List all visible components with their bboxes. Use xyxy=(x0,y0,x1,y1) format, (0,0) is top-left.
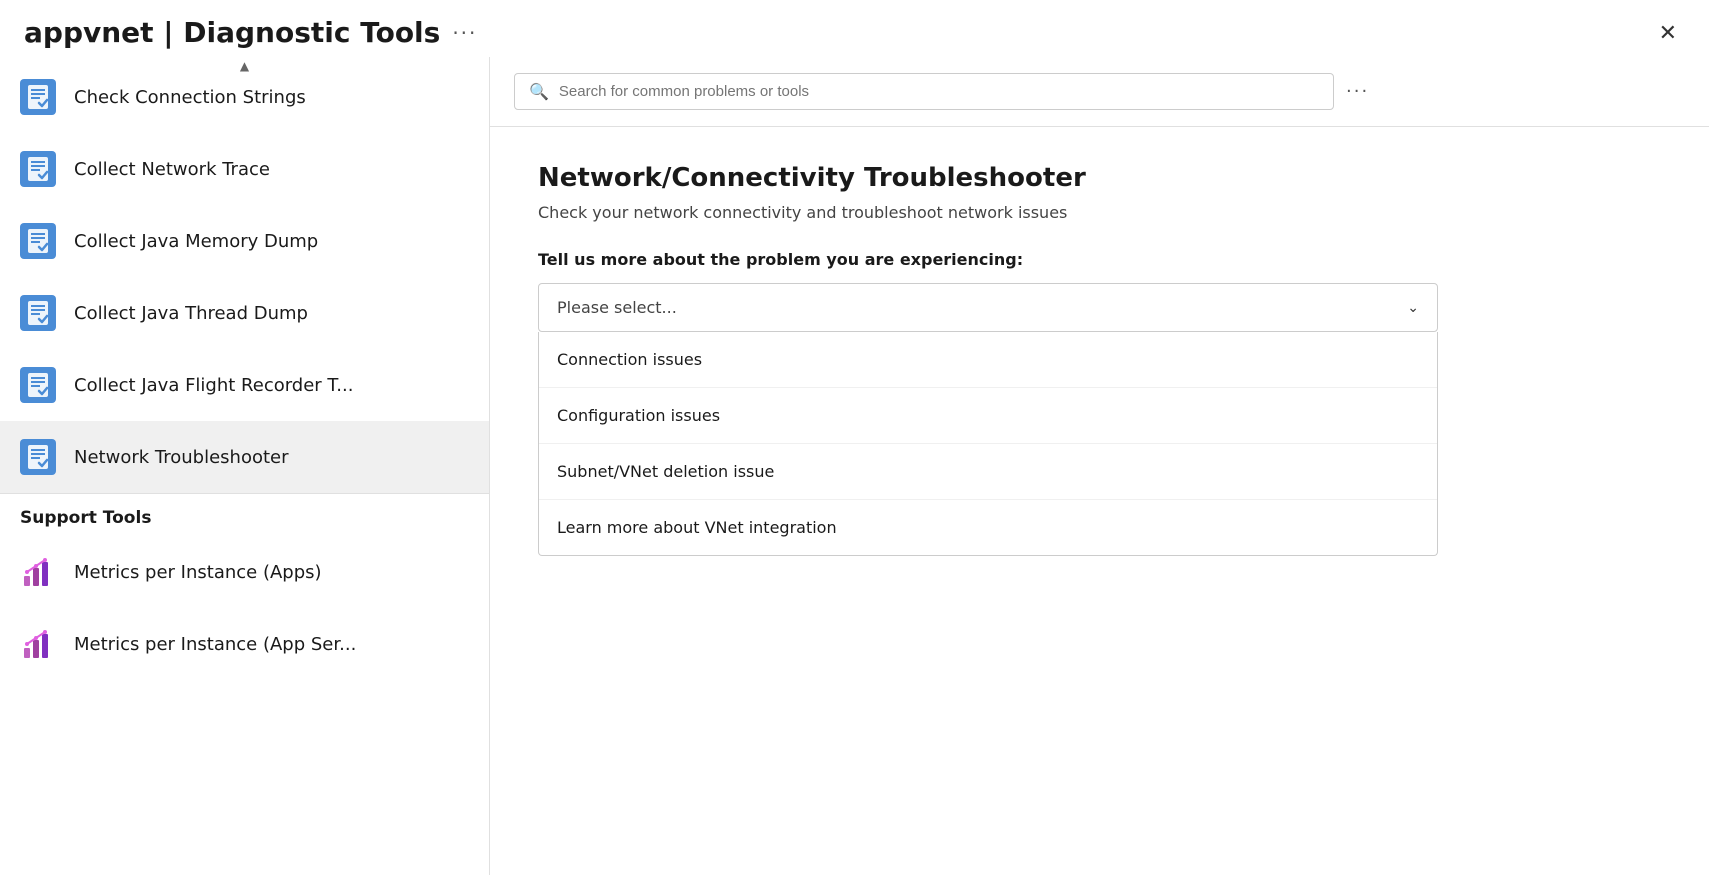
dropdown-placeholder: Please select... xyxy=(557,298,677,317)
close-button[interactable]: ✕ xyxy=(1651,18,1685,48)
title-bar: appvnet | Diagnostic Tools ··· ✕ xyxy=(0,0,1709,57)
tool-icon xyxy=(20,223,56,259)
dropdown-option-configuration-issues[interactable]: Configuration issues xyxy=(539,387,1437,443)
dropdown-option-subnet-vnet-deletion[interactable]: Subnet/VNet deletion issue xyxy=(539,443,1437,499)
tool-icon xyxy=(20,439,56,475)
content-area: 🔍 ··· Network/Connectivity Troubleshoote… xyxy=(490,57,1709,875)
tool-title: Network/Connectivity Troubleshooter xyxy=(538,163,1661,193)
sidebar: ▲ Check Connection Strings xyxy=(0,57,490,875)
tool-description: Check your network connectivity and trou… xyxy=(538,203,1661,222)
sidebar-item-label: Check Connection Strings xyxy=(74,87,306,108)
dropdown-option-vnet-integration[interactable]: Learn more about VNet integration xyxy=(539,499,1437,555)
main-container: ▲ Check Connection Strings xyxy=(0,57,1709,875)
sidebar-item-label: Collect Java Memory Dump xyxy=(74,231,318,252)
page-title: appvnet | Diagnostic Tools xyxy=(24,16,440,49)
tool-content: Network/Connectivity Troubleshooter Chec… xyxy=(490,127,1709,875)
sidebar-item-network-troubleshooter[interactable]: Network Troubleshooter xyxy=(0,421,489,493)
tool-question: Tell us more about the problem you are e… xyxy=(538,250,1661,269)
scroll-up-indicator: ▲ xyxy=(240,57,249,75)
sidebar-item-label: Metrics per Instance (Apps) xyxy=(74,562,322,583)
sidebar-item-collect-network-trace[interactable]: Collect Network Trace xyxy=(0,133,489,205)
tool-icon xyxy=(20,79,56,115)
sidebar-item-label: Metrics per Instance (App Ser... xyxy=(74,634,356,655)
title-bar-left: appvnet | Diagnostic Tools ··· xyxy=(24,16,477,49)
dropdown-container: Please select... ⌄ Connection issues Con… xyxy=(538,283,1438,556)
search-input[interactable] xyxy=(559,83,1319,100)
sidebar-item-label: Collect Java Flight Recorder T... xyxy=(74,375,353,396)
sidebar-item-label: Collect Java Thread Dump xyxy=(74,303,308,324)
sidebar-item-metrics-per-instance-appser[interactable]: Metrics per Instance (App Ser... xyxy=(0,608,489,680)
search-input-wrap: 🔍 xyxy=(514,73,1334,110)
search-more-button[interactable]: ··· xyxy=(1346,81,1369,102)
tool-icon xyxy=(20,151,56,187)
sidebar-item-metrics-per-instance-apps[interactable]: Metrics per Instance (Apps) xyxy=(0,536,489,608)
sidebar-item-collect-java-thread-dump[interactable]: Collect Java Thread Dump xyxy=(0,277,489,349)
chevron-down-icon: ⌄ xyxy=(1407,300,1419,316)
metrics-icon xyxy=(20,554,56,590)
title-more-button[interactable]: ··· xyxy=(452,21,477,45)
dropdown-option-connection-issues[interactable]: Connection issues xyxy=(539,332,1437,387)
tool-icon xyxy=(20,295,56,331)
dropdown-select[interactable]: Please select... ⌄ xyxy=(538,283,1438,332)
sidebar-item-label: Network Troubleshooter xyxy=(74,447,289,468)
sidebar-item-collect-java-flight-recorder[interactable]: Collect Java Flight Recorder T... xyxy=(0,349,489,421)
tool-icon xyxy=(20,367,56,403)
metrics-icon xyxy=(20,626,56,662)
dropdown-options: Connection issues Configuration issues S… xyxy=(538,332,1438,556)
sidebar-item-label: Collect Network Trace xyxy=(74,159,270,180)
search-bar-container: 🔍 ··· xyxy=(490,57,1709,127)
search-icon: 🔍 xyxy=(529,82,549,101)
sidebar-section-header-support-tools: Support Tools xyxy=(0,493,489,536)
sidebar-item-collect-java-memory-dump[interactable]: Collect Java Memory Dump xyxy=(0,205,489,277)
